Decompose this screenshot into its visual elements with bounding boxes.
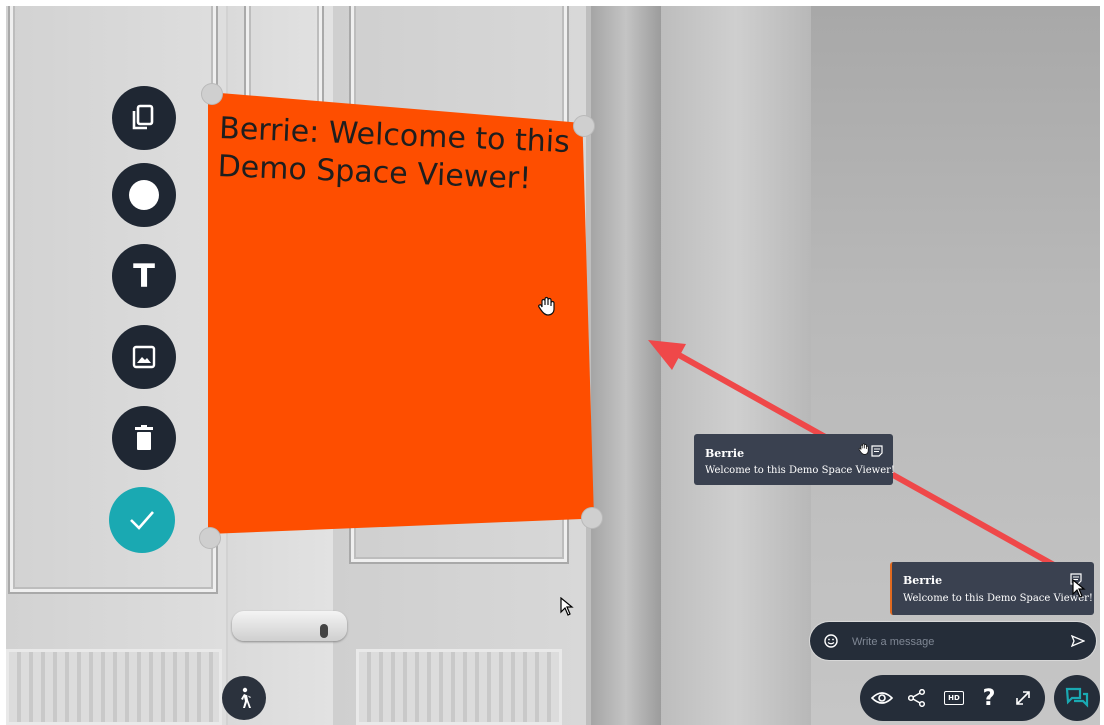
- fullscreen-icon: [1016, 691, 1030, 705]
- image-icon: [132, 345, 156, 369]
- chat-message-name: Berrie: [903, 574, 943, 587]
- floor-panel-right: [356, 649, 562, 725]
- message-bar: [810, 622, 1096, 660]
- help-button[interactable]: ?: [977, 685, 1001, 711]
- resize-handle-bottom-left[interactable]: [200, 528, 220, 548]
- share-button[interactable]: [905, 686, 929, 710]
- mouse-pointer-icon: [560, 597, 574, 616]
- walk-mode-button[interactable]: [222, 676, 266, 720]
- resize-handle-bottom-right[interactable]: [582, 508, 602, 528]
- help-icon: ?: [982, 685, 996, 711]
- chat-preview-name: Berrie: [705, 447, 745, 460]
- message-input[interactable]: [850, 630, 1064, 654]
- bottom-toolbar: HD ?: [860, 675, 1045, 721]
- circle-icon: [129, 180, 159, 210]
- hd-button[interactable]: HD: [942, 686, 966, 710]
- space-viewer[interactable]: Berrie: Welcome to this Demo Space Viewe…: [0, 0, 1104, 725]
- chat-message-card[interactable]: Berrie Welcome to this Demo Space Viewer…: [890, 562, 1094, 615]
- view-button[interactable]: [870, 686, 894, 710]
- emoji-icon[interactable]: [824, 634, 838, 648]
- note-icon[interactable]: [871, 445, 883, 457]
- copy-icon: [132, 104, 154, 130]
- share-icon: [908, 689, 926, 707]
- hd-icon: HD: [944, 691, 964, 705]
- chat-toggle-button[interactable]: [1054, 675, 1100, 721]
- resize-handle-top-right[interactable]: [574, 116, 594, 136]
- trash-icon: [135, 425, 153, 450]
- hand-icon: [858, 443, 869, 455]
- image-button[interactable]: [112, 325, 176, 389]
- chat-message-text: Welcome to this Demo Space Viewer!: [903, 593, 1093, 604]
- chat-preview-message: Welcome to this Demo Space Viewer!: [705, 465, 895, 476]
- resize-handle-top-left[interactable]: [202, 84, 222, 104]
- mouse-pointer-icon: [1072, 579, 1086, 598]
- chat-icon: [1065, 687, 1089, 708]
- hand-cursor-icon: [538, 296, 555, 316]
- send-icon[interactable]: [1071, 635, 1085, 647]
- floor-panel-left: [6, 649, 222, 725]
- text-button[interactable]: T: [112, 244, 176, 308]
- confirm-button[interactable]: [109, 487, 175, 553]
- door-hinge-hole: [320, 624, 328, 638]
- text-icon: T: [133, 257, 155, 295]
- copy-button[interactable]: [112, 86, 176, 150]
- check-icon: [130, 511, 154, 530]
- delete-button[interactable]: [112, 406, 176, 470]
- door-hinge: [232, 611, 347, 641]
- eye-icon: [871, 692, 893, 704]
- fullscreen-button[interactable]: [1011, 686, 1035, 710]
- chat-preview-card[interactable]: Berrie Welcome to this Demo Space Viewer…: [694, 434, 895, 485]
- color-button[interactable]: [112, 163, 176, 227]
- walking-person-icon: [241, 687, 251, 708]
- sticky-note-text[interactable]: Berrie: Welcome to this Demo Space Viewe…: [217, 110, 580, 200]
